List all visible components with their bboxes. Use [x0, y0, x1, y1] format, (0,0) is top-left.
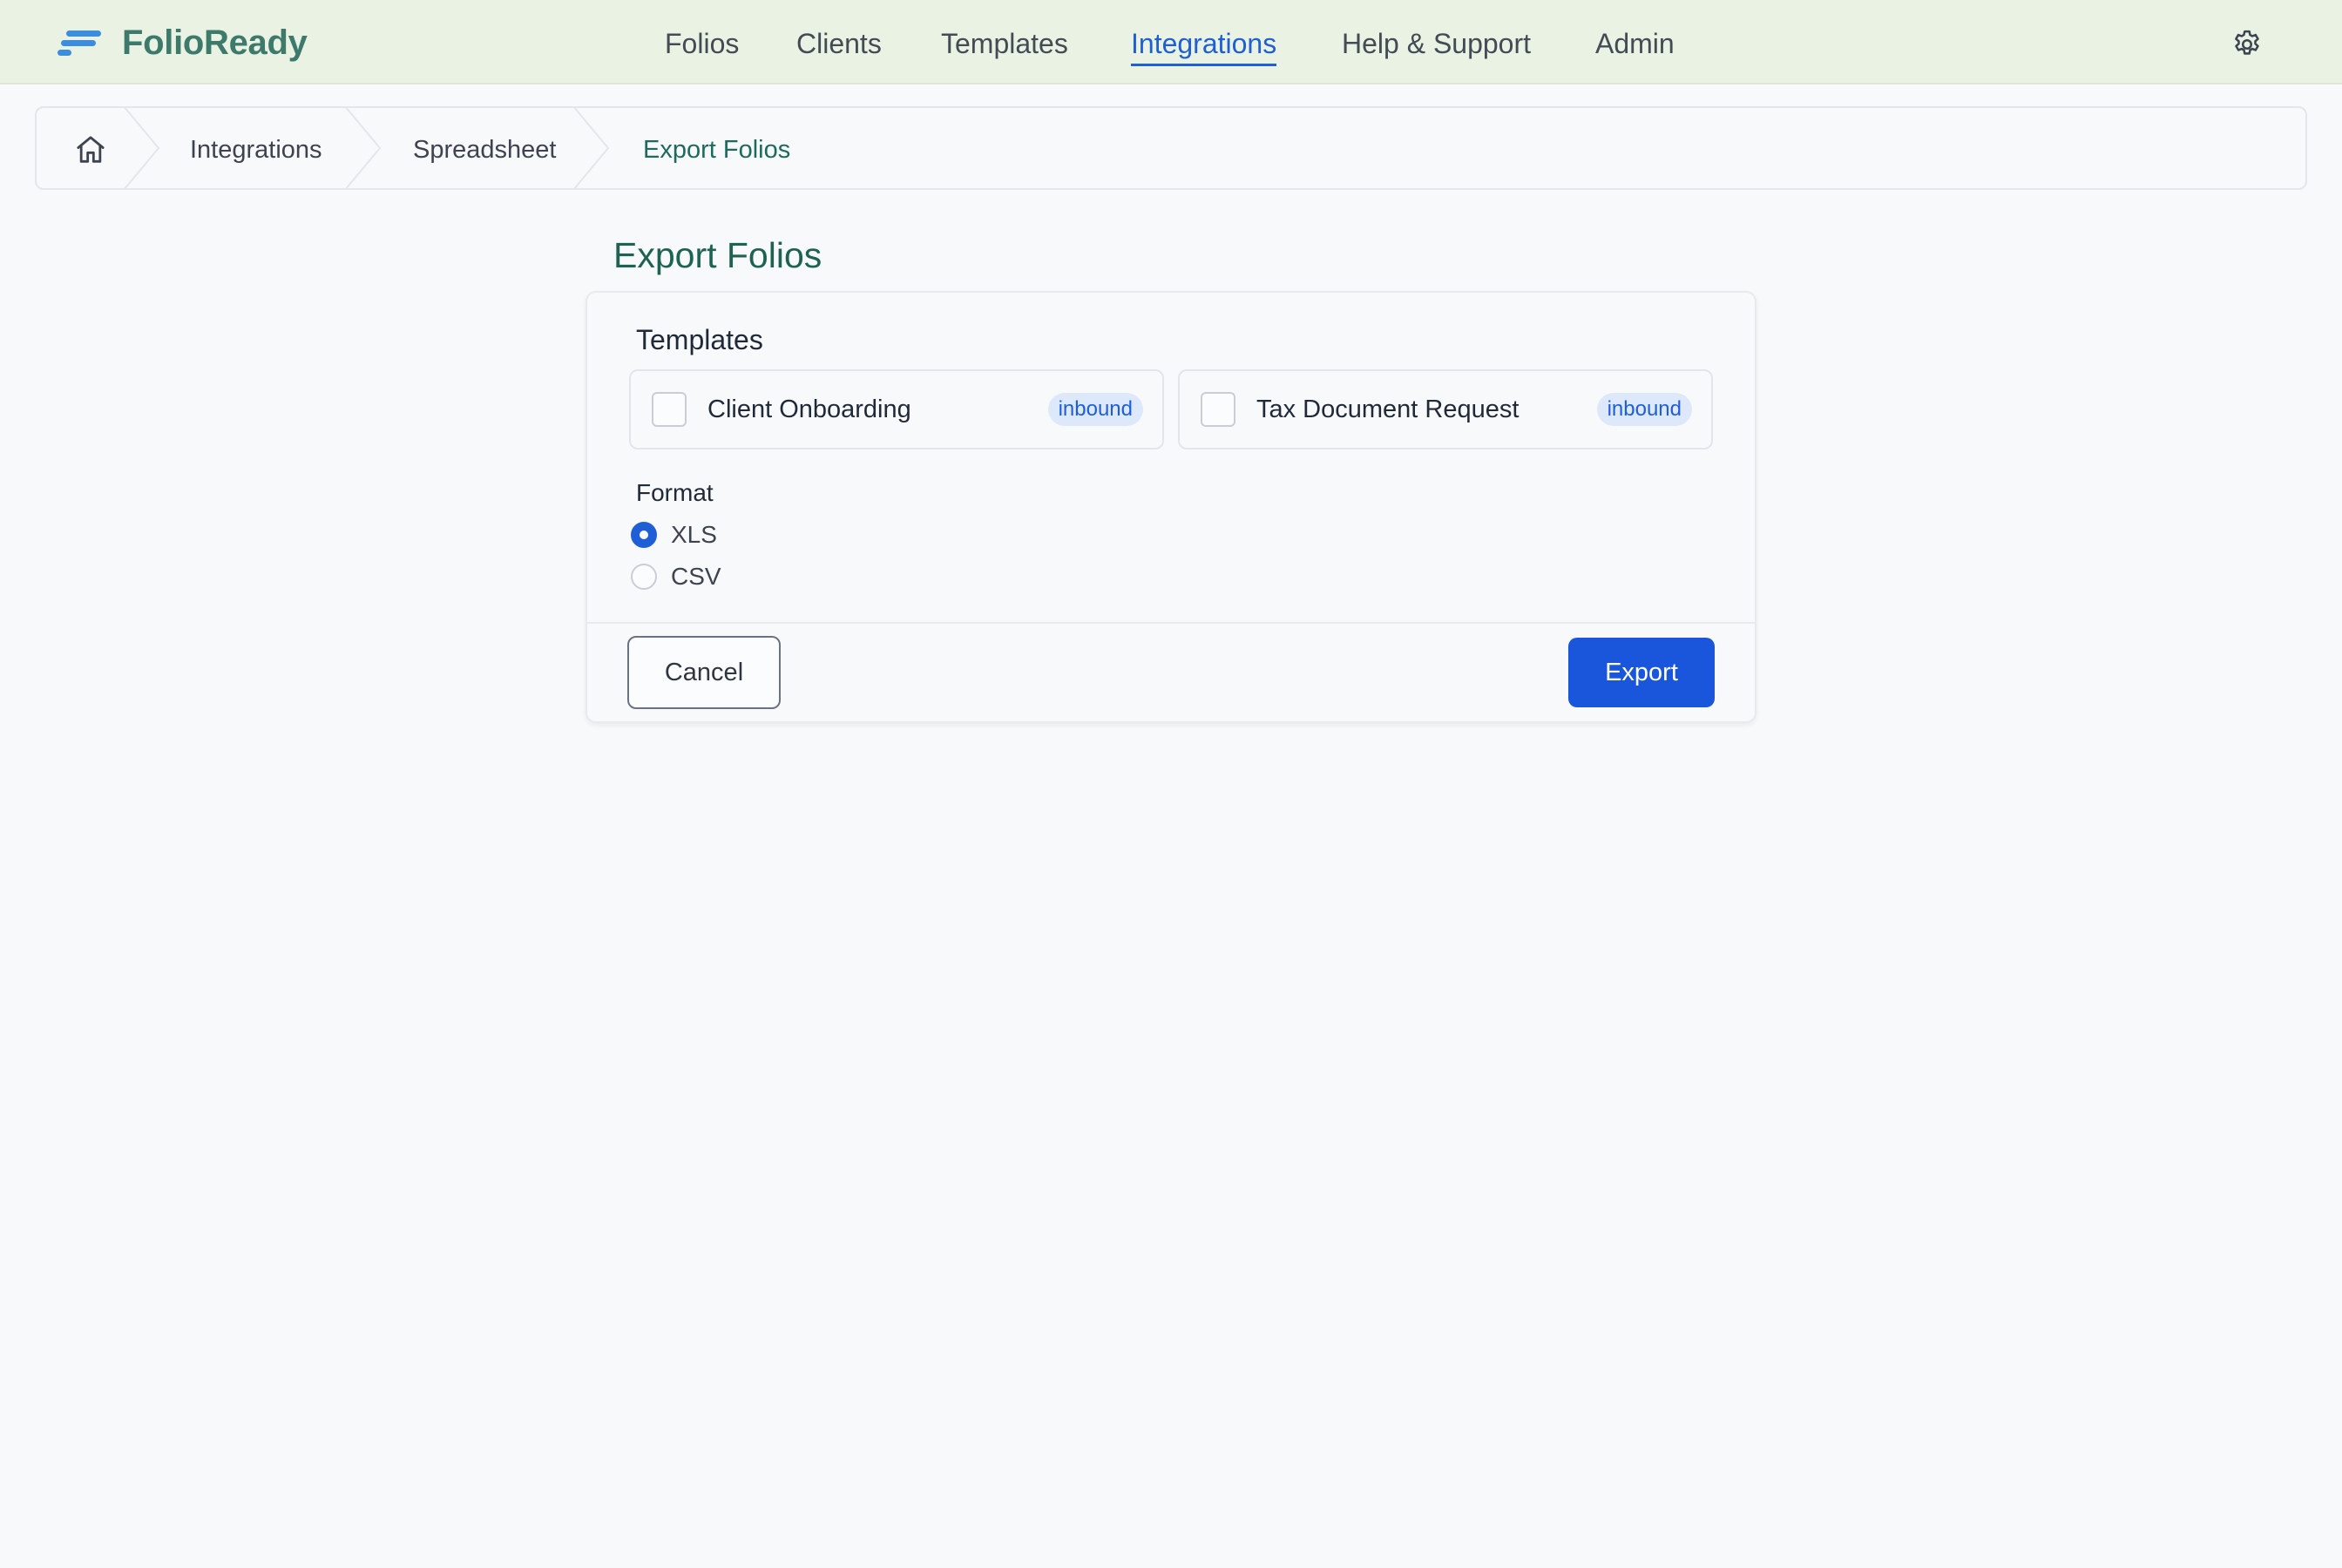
nav-item-templates[interactable]: Templates: [941, 26, 1068, 61]
home-icon[interactable]: [73, 132, 108, 167]
brand-logo-icon: [58, 27, 103, 58]
template-option-tax-document-request[interactable]: Tax Document Request inbound: [1178, 369, 1713, 449]
template-checkbox[interactable]: [652, 392, 687, 427]
breadcrumb-item-integrations[interactable]: Integrations: [190, 132, 322, 167]
template-name: Client Onboarding: [707, 395, 911, 423]
top-navbar: FolioReady Folios Clients Templates Inte…: [0, 0, 2342, 84]
breadcrumb-item-current: Export Folios: [643, 136, 791, 164]
export-form-card: Templates Client Onboarding inbound Tax …: [586, 291, 1756, 723]
cancel-button[interactable]: Cancel: [627, 636, 781, 709]
template-name: Tax Document Request: [1256, 395, 1520, 423]
nav-item-integrations[interactable]: Integrations: [1131, 26, 1277, 66]
nav-item-clients[interactable]: Clients: [796, 26, 882, 61]
template-direction-badge: inbound: [1596, 393, 1692, 426]
nav-item-admin[interactable]: Admin: [1595, 26, 1675, 61]
breadcrumb-separator: [345, 108, 382, 188]
template-direction-badge: inbound: [1047, 393, 1143, 426]
format-radio-csv[interactable]: [631, 564, 657, 590]
page-title: Export Folios: [613, 235, 822, 275]
templates-label: Templates: [636, 324, 763, 355]
breadcrumb-item-spreadsheet[interactable]: Spreadsheet: [413, 132, 556, 167]
brand[interactable]: FolioReady: [58, 23, 308, 63]
format-option-xls[interactable]: XLS: [631, 517, 717, 552]
breadcrumb: Integrations Spreadsheet Export Folios: [35, 106, 2307, 190]
gear-icon[interactable]: [2230, 28, 2264, 61]
brand-name: FolioReady: [122, 23, 308, 62]
breadcrumb-separator: [124, 108, 160, 188]
card-footer-divider: [587, 622, 1755, 624]
format-label: Format: [636, 479, 714, 506]
format-radio-label: XLS: [671, 521, 717, 548]
format-radio-xls[interactable]: [631, 522, 657, 548]
nav-item-help-support[interactable]: Help & Support: [1342, 26, 1531, 61]
nav-item-folios[interactable]: Folios: [665, 26, 739, 61]
format-option-csv[interactable]: CSV: [631, 559, 721, 594]
format-radio-label: CSV: [671, 563, 721, 590]
template-checkbox[interactable]: [1201, 392, 1235, 427]
breadcrumb-separator: [573, 108, 610, 188]
template-option-client-onboarding[interactable]: Client Onboarding inbound: [629, 369, 1164, 449]
export-button[interactable]: Export: [1568, 638, 1715, 707]
